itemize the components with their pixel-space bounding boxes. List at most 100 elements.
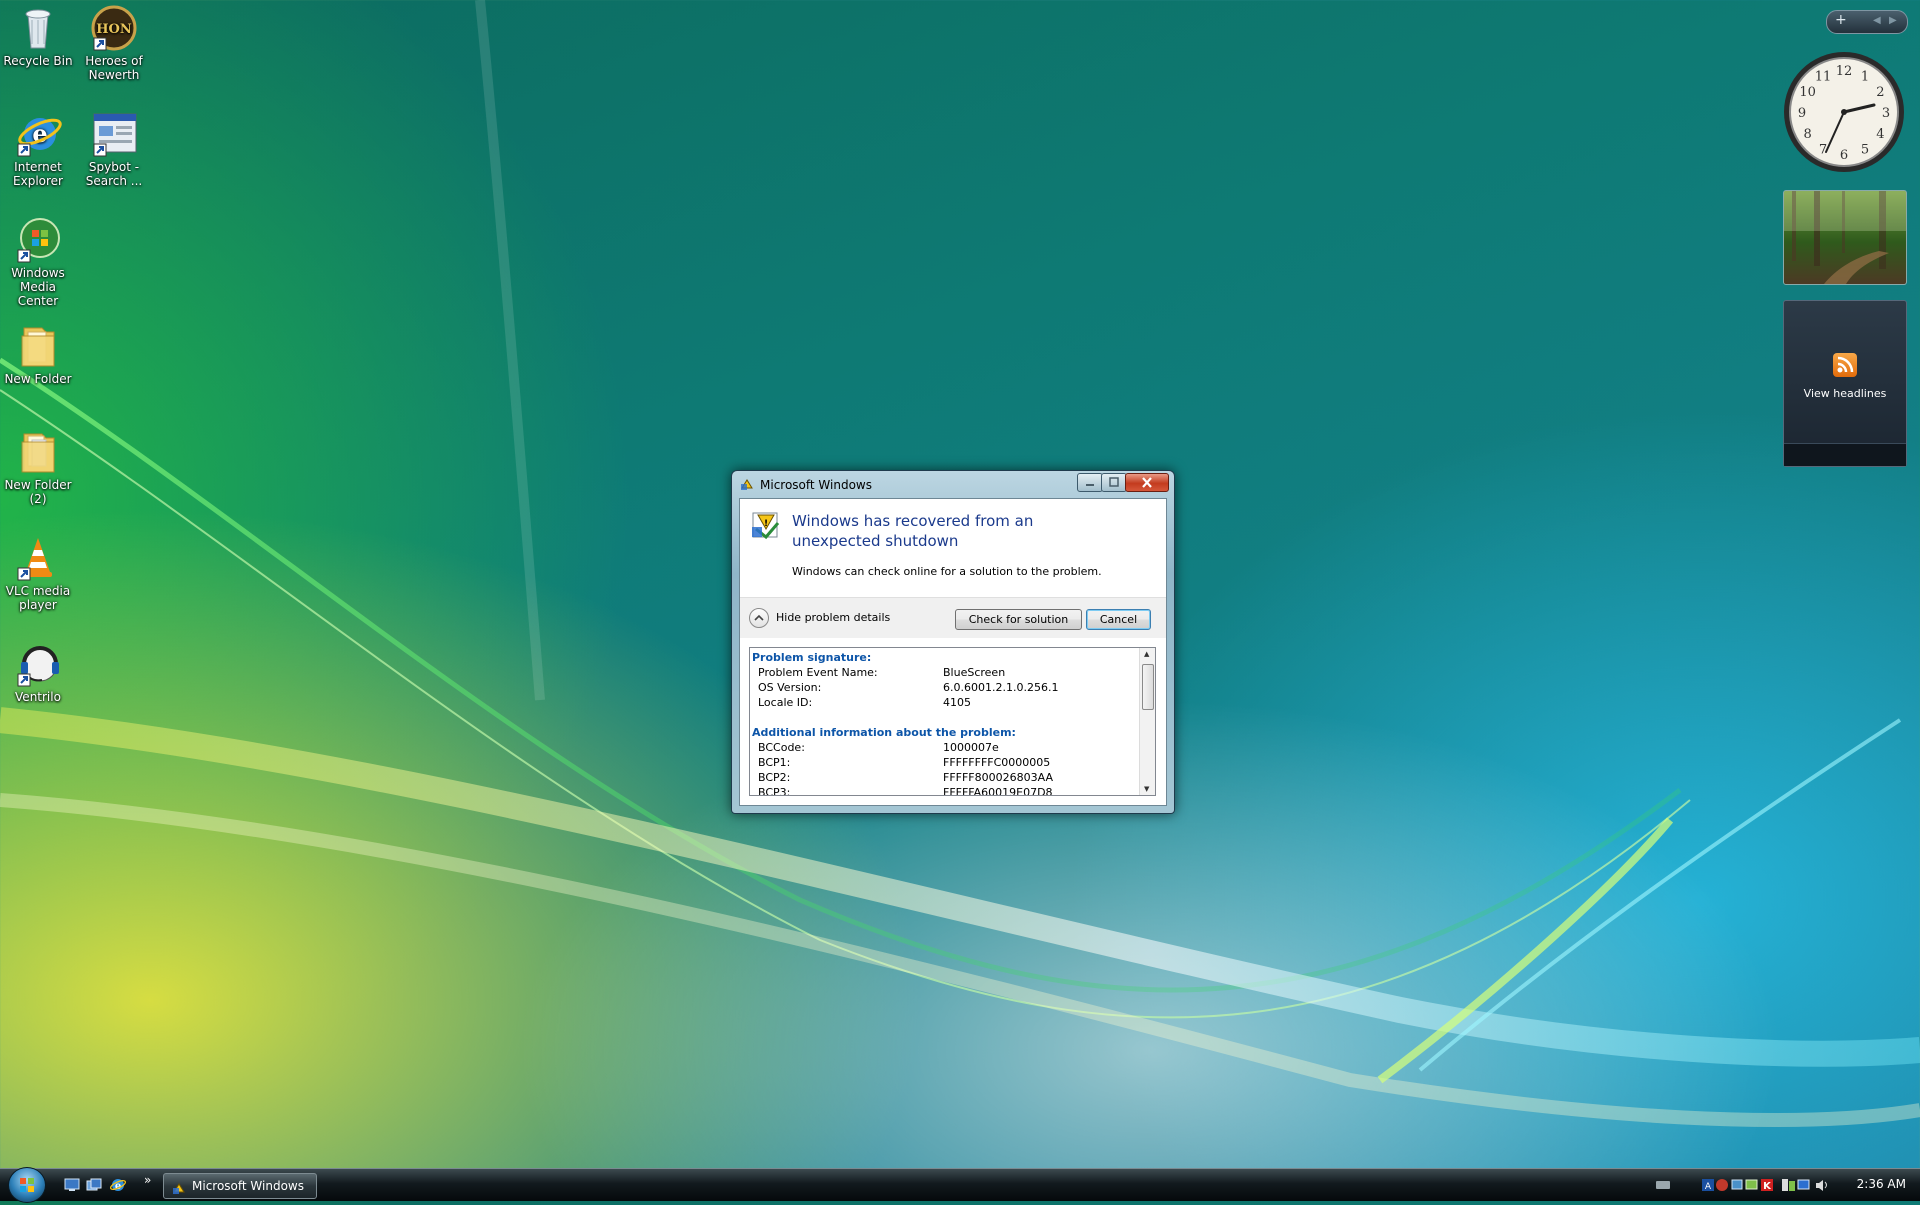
dialog-action-band: Hide problem details Check for solution … <box>740 597 1166 638</box>
taskbar-button-microsoft-windows[interactable]: Microsoft Windows <box>163 1173 317 1199</box>
tray-antivirus-icon[interactable]: K <box>1761 1179 1773 1192</box>
details-toggle-label[interactable]: Hide problem details <box>776 611 890 624</box>
rss-icon <box>1833 353 1857 377</box>
vlc-cone-icon <box>14 534 62 582</box>
desktop-icon-label: Internet Explorer <box>13 160 63 188</box>
clock-numeral: 2 <box>1876 85 1884 100</box>
taskbar-button-label: Microsoft Windows <box>192 1179 304 1193</box>
error-report-icon: ! <box>750 509 782 541</box>
clock-face-icon: 12 1234567891011 <box>1784 52 1904 172</box>
tray-display-icon[interactable] <box>1797 1179 1810 1190</box>
prev-icon[interactable]: ◀ <box>1873 15 1881 26</box>
desktop-icon-ventrilo[interactable]: Ventrilo <box>0 636 76 704</box>
problem-signature-heading: Problem signature: <box>752 651 872 664</box>
scroll-down-arrow-icon[interactable]: ▼ <box>1144 785 1149 793</box>
desktop-icon-recycle-bin[interactable]: Recycle Bin <box>0 0 76 68</box>
detail-label: BCCode: <box>758 741 805 754</box>
sidebar-gadget-bar: + ◀ ▶ <box>1826 10 1908 34</box>
tray-network-icon[interactable] <box>1731 1179 1743 1190</box>
close-icon <box>1142 477 1152 488</box>
chevron-up-icon <box>754 614 764 621</box>
error-dialog: Microsoft Windows ! Windows has recovere… <box>731 470 1175 814</box>
tray-language-icon[interactable]: A <box>1702 1179 1714 1192</box>
feed-headlines-gadget[interactable]: View headlines <box>1783 300 1907 467</box>
detail-label: Problem Event Name: <box>758 666 878 679</box>
dialog-title: Microsoft Windows <box>760 478 872 492</box>
dialog-titlebar[interactable]: Microsoft Windows <box>732 471 1174 497</box>
detail-label: BCP3: <box>758 786 791 796</box>
folder-icon <box>14 322 62 370</box>
plus-icon[interactable]: + <box>1835 12 1847 28</box>
desktop-icon-label: Spybot - Search ... <box>85 160 143 188</box>
clock-numeral: 5 <box>1861 142 1869 157</box>
close-button[interactable] <box>1125 473 1169 492</box>
feed-headlines-label: View headlines <box>1803 387 1887 400</box>
dialog-app-icon <box>740 477 754 491</box>
heroes-of-newerth-icon: HON <box>90 4 138 52</box>
gadget-footer <box>1784 443 1906 466</box>
minimize-button[interactable] <box>1077 473 1103 492</box>
detail-value: 1000007e <box>943 741 999 754</box>
cancel-button[interactable]: Cancel <box>1086 609 1151 630</box>
quick-launch-overflow[interactable]: » <box>144 1173 151 1187</box>
clock-numeral: 12 <box>1836 64 1853 79</box>
svg-text:HON: HON <box>96 22 132 37</box>
desktop-icon-label: Recycle Bin <box>3 54 73 68</box>
maximize-button[interactable] <box>1101 473 1127 492</box>
desktop-icon-new-folder[interactable]: New Folder <box>0 318 76 386</box>
detail-value: FFFFF800026803AA <box>943 771 1053 784</box>
details-scrollbar[interactable]: ▲ ▼ <box>1139 648 1155 795</box>
detail-label: OS Version: <box>758 681 822 694</box>
ventrilo-headset-icon <box>14 640 62 688</box>
detail-label: BCP1: <box>758 756 791 769</box>
dialog-heading: Windows has recovered from an unexpected… <box>792 512 1034 550</box>
desktop-icon-new-folder-2[interactable]: New Folder (2) <box>0 424 76 506</box>
recycle-bin-icon <box>14 4 62 52</box>
detail-value: 6.0.6001.2.1.0.256.1 <box>943 681 1059 694</box>
desktop-icon-label: VLC media player <box>5 584 71 612</box>
next-icon[interactable]: ▶ <box>1889 15 1897 26</box>
clock-gadget[interactable]: 12 1 2 3 4 5 6 7 8 9 10 11 <box>1782 50 1906 174</box>
svg-text:A: A <box>1705 1182 1712 1192</box>
clock-numeral: 3 <box>1882 106 1890 121</box>
quick-launch-internet-explorer[interactable]: e <box>109 1177 127 1193</box>
clock-numeral: 6 <box>1840 148 1848 163</box>
clock-numeral: 9 <box>1798 106 1806 121</box>
detail-label: BCP2: <box>758 771 791 784</box>
dialog-content: ! Windows has recovered from an unexpect… <box>739 498 1167 806</box>
slideshow-gadget[interactable] <box>1783 190 1907 285</box>
quick-launch-show-desktop[interactable] <box>64 1178 80 1192</box>
windows-media-center-icon <box>14 216 62 264</box>
svg-text:K: K <box>1763 1181 1772 1192</box>
tray-action-center-icon[interactable] <box>1745 1179 1758 1190</box>
additional-info-heading: Additional information about the problem… <box>752 726 1016 739</box>
clock-numeral: 11 <box>1815 70 1832 85</box>
desktop-icon-heroes-of-newerth[interactable]: HON Heroes of Newerth <box>76 0 152 82</box>
forest-photo <box>1784 191 1906 284</box>
taskbar-clock[interactable]: 2:36 AM <box>1857 1177 1906 1191</box>
desktop-icon-windows-media-center[interactable]: Windows Media Center <box>0 212 76 308</box>
folder-icon <box>14 428 62 476</box>
scroll-up-arrow-icon[interactable]: ▲ <box>1144 650 1149 658</box>
check-for-solution-button[interactable]: Check for solution <box>955 609 1082 630</box>
svg-text:!: ! <box>764 519 768 529</box>
desktop-icon-label: Heroes of Newerth <box>85 54 143 82</box>
desktop-icon-internet-explorer[interactable]: e Internet Explorer <box>0 106 76 188</box>
tray-power-icon[interactable] <box>1782 1179 1795 1191</box>
tray-keyboard-icon[interactable] <box>1656 1181 1670 1189</box>
detail-value: BlueScreen <box>943 666 1006 679</box>
start-button[interactable] <box>8 1167 46 1203</box>
dialog-subtext: Windows can check online for a solution … <box>792 565 1102 578</box>
quick-launch-switch-windows[interactable] <box>86 1178 102 1192</box>
details-toggle-button[interactable] <box>749 608 769 628</box>
spybot-icon <box>90 110 138 158</box>
desktop-icon-vlc[interactable]: VLC media player <box>0 530 76 612</box>
tray-security-icon[interactable] <box>1716 1179 1728 1191</box>
scrollbar-thumb[interactable] <box>1142 664 1154 710</box>
problem-details-box[interactable]: Problem signature: Problem Event Name: B… <box>749 647 1156 796</box>
desktop-icon-spybot[interactable]: Spybot - Search ... <box>76 106 152 188</box>
desktop-icon-label: Ventrilo <box>15 690 61 704</box>
detail-value: FFFFFFFFC0000005 <box>943 756 1051 769</box>
tray-volume-icon[interactable] <box>1816 1180 1827 1191</box>
switch-windows-icon <box>86 1178 102 1191</box>
